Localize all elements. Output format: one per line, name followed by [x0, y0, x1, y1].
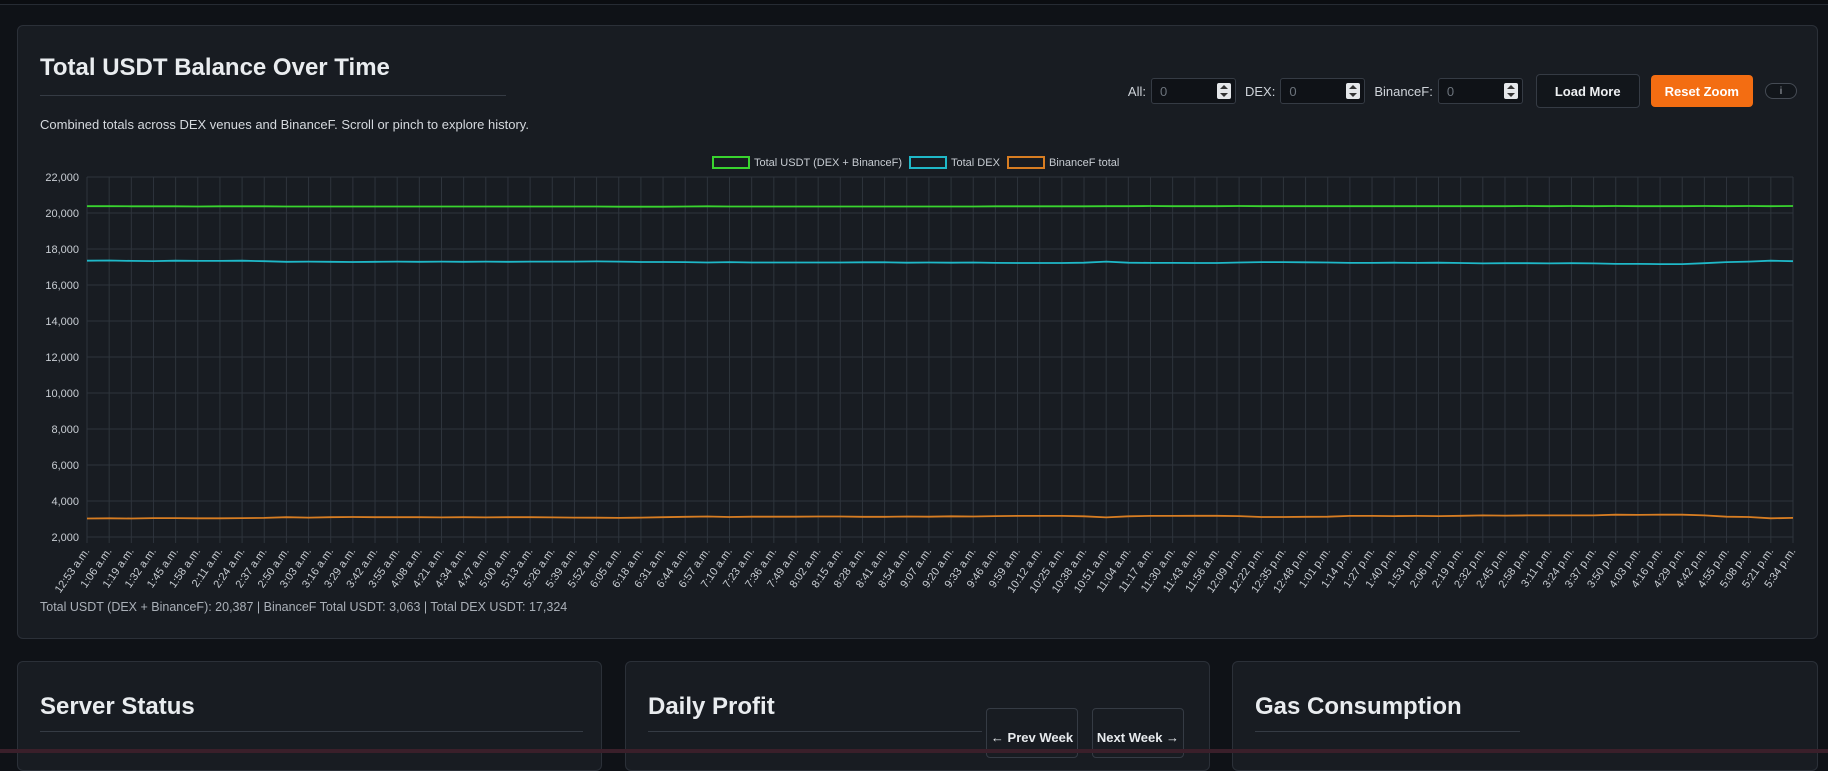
series-line-1: [87, 205, 1794, 208]
balance-panel: Total USDT Balance Over Time Combined to…: [17, 25, 1818, 639]
server-status-title: Server Status: [40, 693, 195, 720]
y-tick-label: 12,000: [45, 352, 79, 364]
title-divider: [1255, 731, 1520, 732]
legend-label: Total DEX: [951, 157, 1001, 169]
gas-consumption-panel: Gas Consumption: [1232, 661, 1818, 771]
bottom-strip: [0, 749, 1828, 753]
y-tick-label: 6,000: [51, 460, 79, 472]
y-tick-label: 2,000: [51, 532, 79, 544]
legend-swatch: [712, 156, 750, 169]
legend-label: Total USDT (DEX + BinanceF): [754, 157, 902, 169]
y-tick-label: 20,000: [45, 208, 79, 220]
legend-swatch: [909, 156, 947, 169]
y-tick-label: 10,000: [45, 388, 79, 400]
server-status-panel: Server Status: [17, 661, 602, 771]
y-tick-label: 4,000: [51, 496, 79, 508]
series-line-2: [86, 259, 1794, 266]
series-line-3: [86, 513, 1794, 520]
title-divider: [40, 731, 583, 732]
balance-chart[interactable]: 22,000 20,000 18,000 16,000 14,000 12,000 10,0…: [18, 26, 1819, 640]
daily-profit-title: Daily Profit: [648, 693, 775, 720]
top-border: [0, 0, 1828, 5]
legend-swatch: [1007, 156, 1045, 169]
gas-consumption-title: Gas Consumption: [1255, 693, 1462, 720]
y-tick-label: 22,000: [45, 172, 79, 184]
y-tick-label: 14,000: [45, 316, 79, 328]
title-divider: [648, 731, 982, 732]
daily-profit-panel: Daily Profit ← Prev Week Next Week →: [625, 661, 1210, 771]
y-tick-label: 18,000: [45, 244, 79, 256]
legend-label: BinanceF total: [1049, 157, 1119, 169]
y-tick-label: 16,000: [45, 280, 79, 292]
y-tick-label: 8,000: [51, 424, 79, 436]
balance-summary: Total USDT (DEX + BinanceF): 20,387 | Bi…: [40, 600, 568, 614]
